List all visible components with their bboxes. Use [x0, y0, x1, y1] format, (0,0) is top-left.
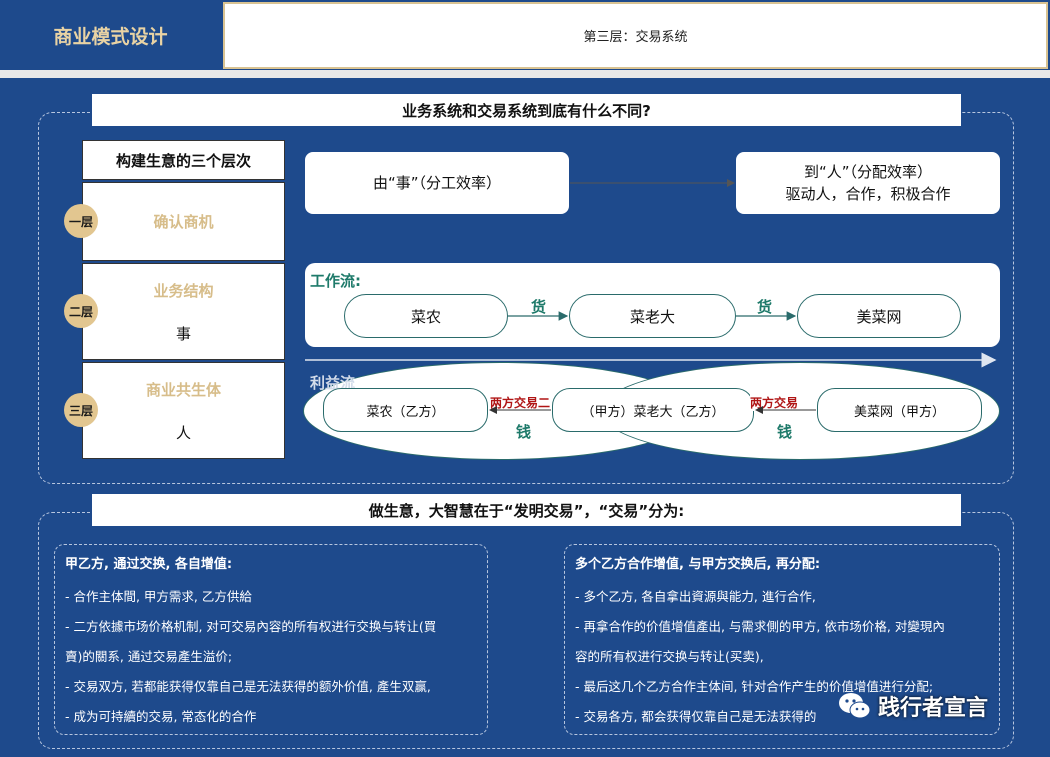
two-party-line: - 交易双方, 若都能获得仅靠自己是无法获得的额外价值, 產生双赢, — [65, 679, 431, 694]
two-party-line: - 二方依據市场价格机制, 对可交易內容的所有权进行交换与转让(買 — [65, 619, 437, 634]
two-party-trade-box: 甲乙方, 通过交换, 各自增值: - 合作主体間, 甲方需求, 乙方供給 - 二… — [54, 544, 488, 735]
multi-party-line: - 再拿合作的价值增值產出, 与需求側的甲方, 依市场价格, 对變現內 — [575, 619, 945, 634]
watermark: 践行者宣言 — [838, 690, 988, 722]
bottom-banner: 做生意，大智慧在于“发明交易”，“交易”分为: — [92, 494, 961, 526]
two-party-line: - 成为可持續的交易, 常态化的合作 — [65, 709, 257, 724]
two-party-line: - 合作主体間, 甲方需求, 乙方供給 — [65, 589, 252, 604]
multi-party-line: 容的所有权进行交换与转让(买卖), — [575, 649, 764, 664]
multi-party-title: 多个乙方合作增值, 与甲方交换后, 再分配: — [575, 557, 821, 572]
watermark-text: 践行者宣言 — [878, 696, 989, 721]
two-party-title: 甲乙方, 通过交换, 各自增值: — [65, 557, 233, 572]
wechat-icon — [839, 693, 871, 719]
multi-party-line: - 多个乙方, 各自拿出資源與能力, 進行合作, — [575, 589, 816, 604]
two-party-line: 賣)的關系, 通过交易產生溢价; — [65, 649, 233, 664]
